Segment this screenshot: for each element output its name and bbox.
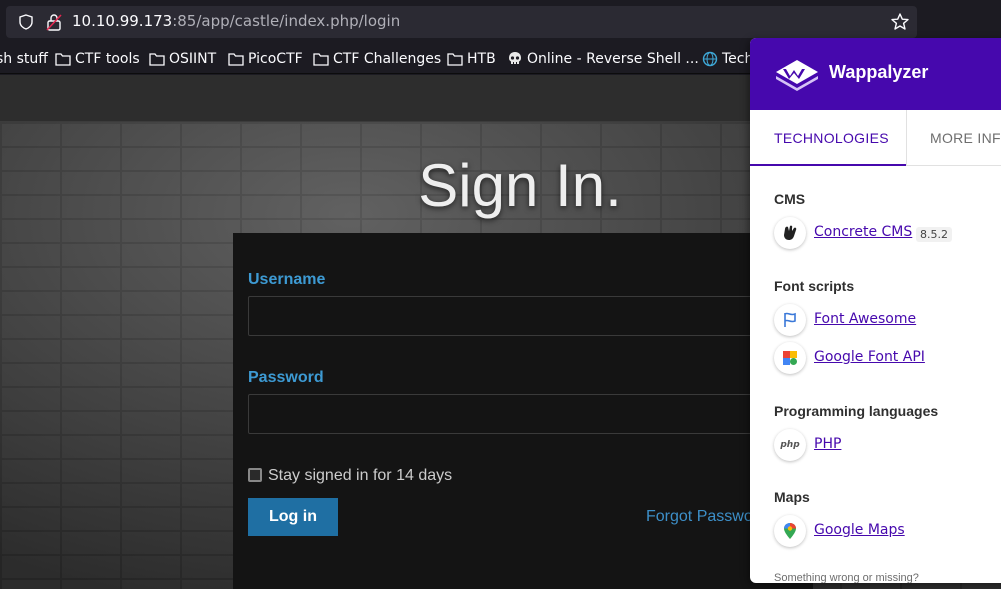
bookmark-reverse-shell[interactable]: Online - Reverse Shell ...	[507, 49, 699, 69]
stay-signed-in-label: Stay signed in for 14 days	[268, 467, 453, 484]
password-input[interactable]	[248, 394, 808, 434]
folder-icon	[313, 53, 329, 66]
stay-signed-in-checkbox[interactable]	[248, 468, 262, 482]
bookmark-label: OSIINT	[169, 51, 217, 67]
category-programming-languages: Programming languages	[774, 403, 939, 419]
folder-icon	[149, 53, 165, 66]
category-font-scripts: Font scripts	[774, 278, 855, 294]
bookmark-tech[interactable]: Tech	[702, 49, 753, 69]
active-tab-indicator	[750, 164, 906, 166]
url-bar[interactable]: 10.10.99.173:85/app/castle/index.php/log…	[6, 6, 917, 38]
bookmark-label: PicoCTF	[248, 51, 303, 67]
wappalyzer-tabs: TECHNOLOGIES MORE INFO	[750, 110, 1001, 166]
skull-icon	[509, 52, 521, 64]
tech-link-google-maps[interactable]: Google Maps	[814, 522, 905, 538]
forgot-password-link[interactable]: Forgot Passwo	[646, 508, 753, 526]
tech-link-font-awesome[interactable]: Font Awesome	[814, 311, 916, 327]
tech-link-google-font-api[interactable]: Google Font API	[814, 349, 925, 365]
login-form: Username Password Stay signed in for 14 …	[233, 233, 813, 589]
wappalyzer-brand: Wappalyzer	[829, 62, 929, 82]
google-maps-icon	[774, 515, 806, 547]
category-cms: CMS	[774, 191, 806, 207]
bookmark-ctf-challenges[interactable]: CTF Challenges	[313, 49, 441, 69]
tab-more-info[interactable]: MORE INFO	[930, 130, 1001, 146]
folder-icon	[447, 53, 463, 66]
wappalyzer-header: Wappalyzer	[750, 38, 1001, 110]
bookmark-ctf-tools[interactable]: CTF tools	[55, 49, 140, 69]
insecure-lock-icon[interactable]	[46, 13, 62, 31]
bookmark-htb[interactable]: HTB	[447, 49, 496, 69]
bookmark-label: Online - Reverse Shell ...	[527, 51, 699, 67]
url-text[interactable]: 10.10.99.173:85/app/castle/index.php/log…	[72, 12, 400, 30]
php-icon: php	[774, 429, 806, 461]
bookmark-star-icon[interactable]	[890, 12, 910, 32]
bookmark-label: sh stuff	[0, 51, 48, 67]
tracking-protection-shield-icon[interactable]	[18, 14, 34, 30]
username-input[interactable]	[248, 296, 808, 336]
bookmark-label: CTF tools	[75, 51, 140, 67]
url-host: 10.10.99.173	[72, 12, 173, 30]
password-label: Password	[248, 369, 324, 386]
category-maps: Maps	[774, 489, 810, 505]
version-badge: 8.5.2	[916, 227, 952, 242]
page-title: Sign In.	[418, 152, 622, 219]
google-font-api-icon	[774, 342, 806, 374]
bookmark-label: Tech	[722, 51, 754, 67]
bookmark-picoctf[interactable]: PicoCTF	[228, 49, 303, 69]
tab-divider	[906, 110, 907, 166]
globe-icon	[702, 51, 718, 67]
bookmark-label: CTF Challenges	[333, 51, 442, 67]
bookmark-sh-stuff[interactable]: sh stuff	[0, 49, 48, 69]
tech-link-concrete-cms[interactable]: Concrete CMS	[814, 224, 912, 240]
bookmark-osiint[interactable]: OSIINT	[149, 49, 216, 69]
bookmark-label: HTB	[467, 51, 496, 67]
font-awesome-flag-icon	[774, 304, 806, 336]
username-label: Username	[248, 271, 326, 288]
url-path: :85/app/castle/index.php/login	[172, 12, 401, 30]
folder-icon	[228, 53, 244, 66]
wappalyzer-popup: Wappalyzer TECHNOLOGIES MORE INFO CMS Co…	[750, 38, 1001, 583]
wappalyzer-logo-icon	[776, 60, 818, 91]
tech-link-php[interactable]: PHP	[814, 436, 841, 452]
feedback-link[interactable]: Something wrong or missing?	[774, 572, 919, 583]
concrete-cms-icon	[774, 217, 806, 249]
login-button[interactable]: Log in	[248, 498, 338, 536]
folder-icon	[55, 53, 71, 66]
tab-technologies[interactable]: TECHNOLOGIES	[774, 130, 889, 146]
